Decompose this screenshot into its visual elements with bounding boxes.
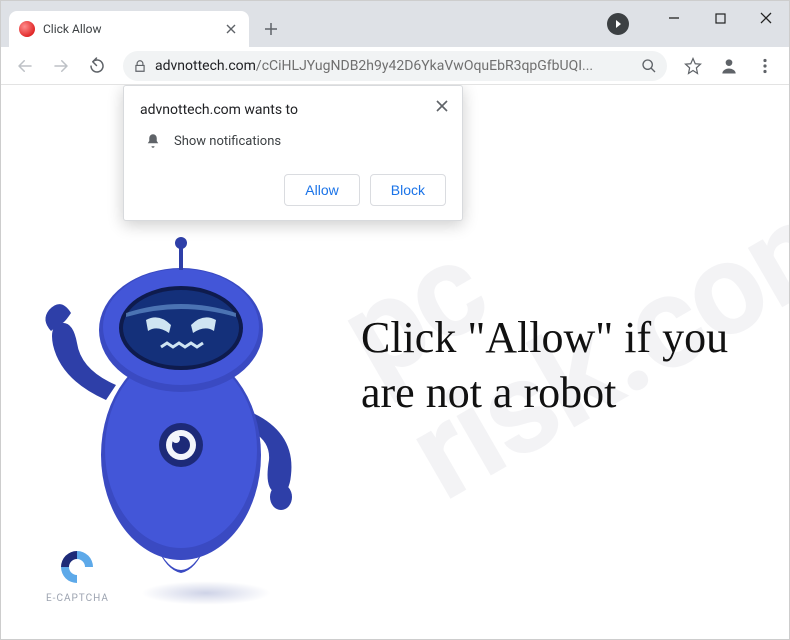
reload-icon [88,57,106,75]
tab-title: Click Allow [43,22,215,36]
maximize-button[interactable] [697,1,743,35]
permission-row: Show notifications [140,132,446,150]
media-control-button[interactable] [607,13,629,35]
notification-permission-dialog: advnottech.com wants to Show notificatio… [123,85,463,221]
allow-button[interactable]: Allow [284,174,359,206]
dialog-actions: Allow Block [140,174,446,206]
dialog-title: advnottech.com wants to [140,102,446,118]
arrow-left-icon [16,57,34,75]
favicon-recording-icon [19,21,35,37]
address-bar[interactable]: advnottech.com/cCiHLJYugNDB2h9y42D6YkaVw… [123,51,667,81]
page-message: Click "Allow" if you are not a robot [361,310,789,420]
page-content: pc risk.com [1,85,789,639]
profile-button[interactable] [713,50,745,82]
close-icon [760,12,772,24]
minimize-icon [668,12,680,24]
robot-shadow [141,581,271,605]
close-icon [436,100,448,112]
url-text: advnottech.com/cCiHLJYugNDB2h9y42D6YkaVw… [155,58,633,74]
arrow-right-icon [52,57,70,75]
user-icon [719,56,739,76]
window-controls [651,1,789,41]
dialog-close-button[interactable] [430,94,454,118]
ecaptcha-logo-icon [55,545,99,589]
minimize-button[interactable] [651,1,697,35]
lock-icon [133,59,147,73]
browser-window: Click Allow [0,0,790,640]
reload-button[interactable] [81,50,113,82]
back-button[interactable] [9,50,41,82]
tab-close-button[interactable] [223,21,239,37]
browser-tab[interactable]: Click Allow [9,11,249,47]
ecaptcha-badge: E-CAPTCHA [46,545,109,604]
plus-icon [264,22,278,36]
permission-label: Show notifications [174,134,281,149]
forward-button[interactable] [45,50,77,82]
close-icon [226,24,236,34]
bell-icon [144,132,162,150]
block-button[interactable]: Block [370,174,446,206]
toolbar: advnottech.com/cCiHLJYugNDB2h9y42D6YkaVw… [1,47,789,85]
star-icon [684,57,702,75]
maximize-icon [715,13,726,24]
titlebar: Click Allow [1,1,789,47]
close-window-button[interactable] [743,1,789,35]
search-icon [641,58,657,74]
menu-button[interactable] [749,50,781,82]
ecaptcha-label: E-CAPTCHA [46,593,109,604]
kebab-icon [757,58,773,74]
new-tab-button[interactable] [257,15,285,43]
bookmark-button[interactable] [677,50,709,82]
